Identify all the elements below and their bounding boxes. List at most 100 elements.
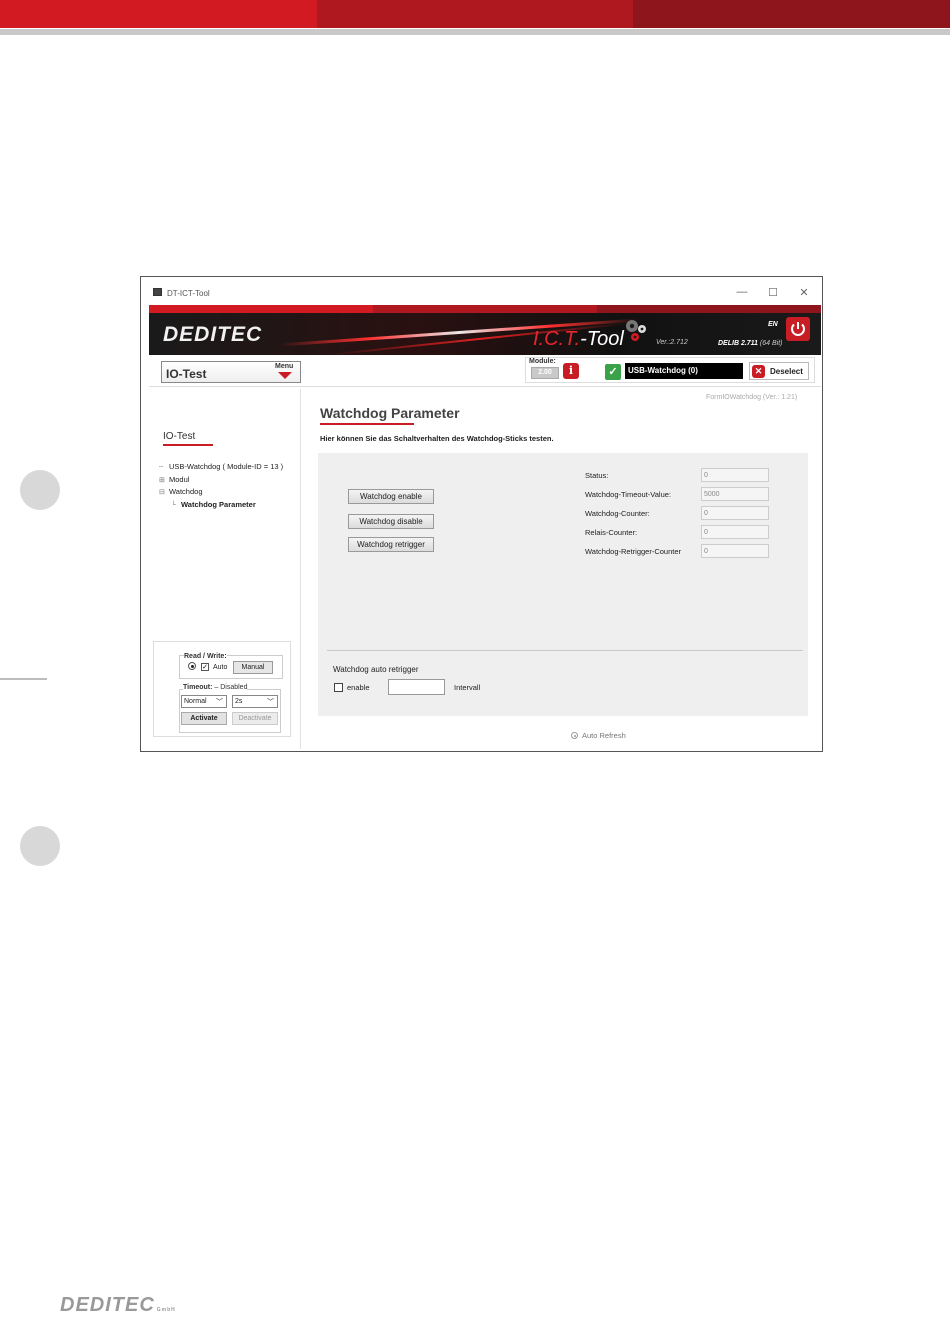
margin-marker-circle [20, 826, 60, 866]
power-button[interactable] [786, 317, 810, 341]
timeout-time-value: 2s [235, 698, 243, 705]
nav-title: IO-Test [163, 431, 196, 442]
module-label: Module: [529, 358, 556, 365]
timeout-mode-value: Normal [184, 698, 207, 705]
relais-counter-label: Relais-Counter: [585, 528, 638, 537]
chevron-down-icon: ﹀ [216, 699, 223, 706]
timeout-state: Disabled [220, 684, 248, 691]
watchdog-enable-button[interactable]: Watchdog enable [348, 489, 434, 504]
app-icon [153, 288, 162, 296]
footer-gmbh: GmbH [156, 1307, 176, 1313]
form-version: FormIOWatchdog (Ver.: 1.21) [706, 394, 798, 401]
nav-title-underline [163, 444, 213, 446]
activate-button[interactable]: Activate [181, 712, 227, 725]
check-icon: ✓ [605, 364, 621, 380]
tree-connector-icon: ┄ [159, 464, 164, 471]
timeout-label: Timeout: – Disabled [183, 684, 248, 691]
menu-current-value: IO-Test [166, 367, 207, 381]
page-title-underline [320, 423, 414, 425]
chevron-down-icon: ﹀ [267, 699, 274, 706]
timeout-mode-select[interactable]: Normal ﹀ [181, 695, 227, 708]
language-switch[interactable]: EN [768, 321, 778, 328]
tree-item[interactable]: ┄ USB-Watchdog ( Module-ID = 13 ) [159, 462, 283, 475]
timeout-value-field: 5000 [701, 487, 769, 501]
page-header-rule [0, 29, 950, 35]
timeout-value-label: Watchdog-Timeout-Value: [585, 490, 672, 499]
window-title: DT-ICT-Tool [167, 289, 210, 298]
power-icon [791, 322, 805, 336]
margin-marker-line [0, 678, 47, 680]
retrigger-counter-label: Watchdog-Retrigger-Counter [585, 547, 682, 556]
delib-version-number: DELIB 2.711 [718, 340, 758, 347]
auto-retrigger-enable-label: enable [347, 683, 370, 692]
info-icon[interactable]: i [563, 363, 579, 379]
manual-page: DT-ICT-Tool — ☐ ✕ DEDITEC I.C.T.-Tool Ve… [0, 0, 950, 1344]
timeout-title: Timeout: [183, 684, 213, 691]
deselect-icon: ✕ [752, 365, 765, 378]
auto-retrigger-title: Watchdog auto retrigger [333, 665, 419, 674]
read-write-radio[interactable] [188, 662, 196, 670]
timeout-time-select[interactable]: 2s ﹀ [232, 695, 278, 708]
interval-label: Intervall [454, 683, 481, 692]
section-divider [327, 650, 803, 651]
product-name: I.C.T.-Tool [533, 328, 624, 351]
menu-arrow-icon [278, 372, 292, 379]
read-write-label: Read / Write: [184, 653, 227, 660]
brand-logo: DEDITEC [163, 323, 263, 346]
tree-item[interactable]: ⊞ Modul [159, 475, 283, 488]
tree-item-label: Watchdog Parameter [181, 499, 256, 509]
device-name-field[interactable]: USB-Watchdog (0) [625, 363, 743, 379]
footer-brand: DEDITEC [60, 1294, 155, 1316]
watchdog-counter-label: Watchdog-Counter: [585, 509, 650, 518]
status-field: 0 [701, 468, 769, 482]
delib-bits: (64 Bit) [759, 340, 783, 347]
auto-refresh-radio[interactable] [571, 732, 578, 739]
tree-item[interactable]: ⊟ Watchdog [159, 487, 283, 500]
footer-logo: DEDITEC GmbH [60, 1294, 176, 1317]
product-suffix: -Tool [580, 328, 624, 350]
watchdog-retrigger-button[interactable]: Watchdog retrigger [348, 537, 434, 552]
product-prefix: I.C.T. [533, 328, 581, 350]
page-subtitle: Hier können Sie das Schaltverhalten des … [320, 434, 554, 443]
auto-retrigger-checkbox[interactable] [334, 683, 343, 692]
auto-label: Auto [213, 664, 228, 671]
close-icon[interactable]: ✕ [797, 286, 811, 299]
tree-item-label: Watchdog [169, 487, 203, 496]
app-window: DT-ICT-Tool — ☐ ✕ DEDITEC I.C.T.-Tool Ve… [140, 276, 823, 752]
page-header-band [0, 0, 950, 28]
tree-item-label: USB-Watchdog ( Module-ID = 13 ) [169, 462, 284, 471]
gears-icon [626, 320, 646, 341]
auto-refresh-label: Auto Refresh [582, 731, 626, 740]
menu-label: Menu [275, 363, 294, 370]
module-tree: ┄ USB-Watchdog ( Module-ID = 13 ) ⊞ Modul … [159, 462, 283, 512]
tree-item-selected[interactable]: └ Watchdog Parameter [159, 500, 283, 513]
auto-refresh-option[interactable]: Auto Refresh [571, 731, 626, 740]
tree-connector-icon: └ [171, 501, 176, 509]
minimize-icon[interactable]: — [735, 286, 749, 298]
interval-input[interactable] [388, 679, 445, 695]
page-title: Watchdog Parameter [320, 405, 460, 421]
auto-checkbox[interactable]: ✓ [201, 663, 209, 671]
watchdog-disable-button[interactable]: Watchdog disable [348, 514, 434, 529]
module-version: 2.00 [531, 367, 559, 379]
tree-collapse-icon[interactable]: ⊟ [159, 488, 169, 496]
delib-version: DELIB 2.711 (64 Bit) [718, 340, 782, 347]
deselect-button[interactable]: ✕ Deselect [749, 362, 809, 380]
app-version: Ver.:2.712 [656, 339, 688, 346]
relais-counter-field: 0 [701, 525, 769, 539]
manual-button[interactable]: Manual [233, 661, 273, 674]
deselect-label: Deselect [770, 367, 803, 376]
app-banner: DEDITEC I.C.T.-Tool Ver.:2.712 EN DELIB … [149, 313, 821, 355]
margin-marker-circle [20, 470, 60, 510]
retrigger-counter-field: 0 [701, 544, 769, 558]
window-titlebar: DT-ICT-Tool — ☐ ✕ [141, 277, 822, 305]
watchdog-counter-field: 0 [701, 506, 769, 520]
menu-dropdown[interactable]: IO-Test Menu [161, 361, 301, 383]
maximize-icon[interactable]: ☐ [766, 286, 780, 299]
app-toolbar: IO-Test Menu Module: 2.00 i ✓ USB-Watchd… [149, 355, 821, 387]
tree-item-label: Modul [169, 474, 190, 484]
deactivate-button[interactable]: Deactivate [232, 712, 278, 725]
window-red-strip [149, 305, 821, 313]
tree-expand-icon[interactable]: ⊞ [159, 476, 169, 484]
status-label: Status: [585, 471, 609, 480]
